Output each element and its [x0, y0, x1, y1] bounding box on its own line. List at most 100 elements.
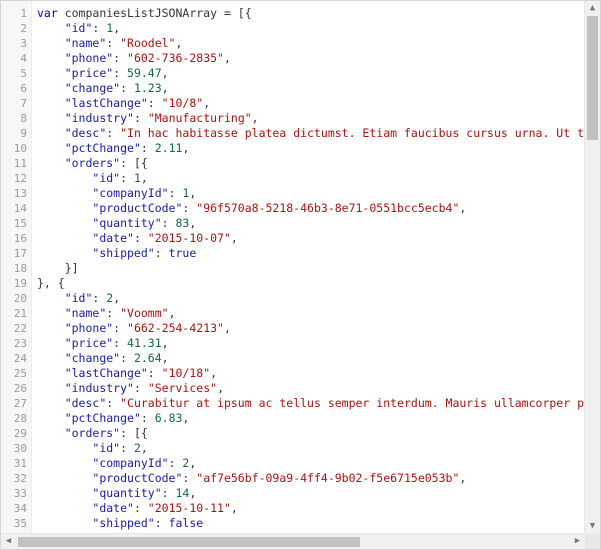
line-number: 15: [13, 217, 27, 230]
code-token: :: [182, 201, 197, 215]
code-text: "lastChange": "10/18",: [37, 366, 217, 381]
horizontal-scrollbar[interactable]: ◀ ▶: [1, 533, 585, 549]
code-line: 34 "date": "2015-10-11",: [1, 501, 585, 516]
line-number: 11: [13, 157, 27, 170]
vertical-scrollbar[interactable]: ▲ ▼: [584, 1, 600, 534]
code-token: "Voomm": [120, 306, 169, 320]
code-line: 23 "price": 41.31,: [1, 336, 585, 351]
code-token: ,: [189, 186, 197, 200]
code-token: :: [133, 231, 148, 245]
code-token: "Roodel": [120, 36, 176, 50]
code-token: }, {: [37, 276, 65, 290]
code-token: "id": [64, 291, 93, 305]
code-token: "af7e56bf-09a9-4ff4-9b02-f5e6715e053b": [196, 471, 460, 485]
code-token: "price": [64, 66, 114, 80]
code-token: 6.83: [154, 411, 183, 425]
code-token: :: [154, 246, 169, 260]
code-area[interactable]: 1 var companiesListJSONArray = [{2 "id": …: [1, 6, 585, 533]
line-number: 4: [20, 52, 27, 65]
code-token: "In hac habitasse platea dictumst. Etiam…: [120, 126, 585, 140]
code-token: ,: [140, 441, 148, 455]
vertical-scroll-thumb[interactable]: [587, 16, 598, 140]
code-token: false: [168, 516, 204, 530]
line-number: 12: [13, 172, 27, 185]
code-token: "id": [92, 171, 121, 185]
code-token: ,: [140, 171, 148, 185]
arrow-up-icon[interactable]: ▲: [585, 1, 600, 16]
code-token: :: [182, 471, 197, 485]
code-text: "name": "Voomm",: [37, 306, 176, 321]
code-token: :: [133, 111, 148, 125]
line-number: 13: [13, 187, 27, 200]
arrow-left-icon[interactable]: ◀: [1, 534, 16, 549]
code-line: 18 }]: [1, 261, 585, 276]
code-token: "pctChange": [64, 141, 141, 155]
code-token: "change": [64, 81, 121, 95]
code-token: ,: [223, 51, 231, 65]
code-token: "date": [92, 501, 134, 515]
code-text: "date": "2015-10-07",: [37, 231, 237, 246]
code-token: :: [92, 291, 107, 305]
horizontal-scroll-thumb[interactable]: [18, 537, 360, 547]
code-text: "date": "2015-10-11",: [37, 501, 237, 516]
code-token: "desc": [64, 396, 107, 410]
code-text: "companyId": 1,: [37, 186, 196, 201]
code-token: "industry": [64, 381, 134, 395]
arrow-down-icon[interactable]: ▼: [585, 519, 600, 534]
line-number: 35: [13, 517, 27, 530]
code-token: ,: [161, 336, 169, 350]
code-line: 8 "industry": "Manufacturing",: [1, 111, 585, 126]
code-text: "lastChange": "10/8",: [37, 96, 210, 111]
code-token: 14: [175, 486, 190, 500]
code-line: 1 var companiesListJSONArray = [{: [1, 6, 585, 21]
code-token: companiesListJSONArray = [{: [64, 6, 252, 20]
code-token: ,: [459, 201, 467, 215]
code-line: 4 "phone": "602-736-2835",: [1, 51, 585, 66]
line-number: 19: [13, 277, 27, 290]
code-token: "phone": [64, 51, 114, 65]
line-number: 6: [20, 82, 27, 95]
code-token: :: [120, 351, 134, 365]
line-number: 9: [20, 127, 27, 140]
code-token: :: [120, 441, 134, 455]
line-number: 17: [13, 247, 27, 260]
code-token: "pctChange": [64, 411, 141, 425]
code-token: var: [37, 6, 65, 20]
line-number: 24: [13, 352, 27, 365]
code-line: 30 "id": 2,: [1, 441, 585, 456]
code-text: "orders": [{: [37, 156, 148, 171]
line-number: 8: [20, 112, 27, 125]
code-token: ,: [161, 66, 169, 80]
code-token: }]: [37, 261, 79, 275]
code-text: "id": 2,: [37, 441, 148, 456]
code-text: "shipped": true: [37, 246, 196, 261]
code-token: "desc": [64, 126, 107, 140]
code-token: :: [140, 141, 155, 155]
code-line: 28 "pctChange": 6.83,: [1, 411, 585, 426]
code-token: "id": [92, 441, 121, 455]
code-line: 19 }, {: [1, 276, 585, 291]
arrow-right-icon[interactable]: ▶: [570, 534, 585, 549]
code-text: var companiesListJSONArray = [{: [37, 6, 252, 21]
code-token: "Manufacturing": [147, 111, 252, 125]
code-token: ,: [161, 351, 169, 365]
code-token: :: [106, 126, 121, 140]
code-editor[interactable]: 1 var companiesListJSONArray = [{2 "id": …: [0, 0, 601, 550]
line-number: 14: [13, 202, 27, 215]
line-number: 16: [13, 232, 27, 245]
code-token: :: [154, 516, 169, 530]
code-token: :: [92, 21, 107, 35]
code-token: ,: [182, 141, 190, 155]
line-number: 3: [20, 37, 27, 50]
code-token: true: [168, 246, 197, 260]
code-token: "602-736-2835": [127, 51, 224, 65]
